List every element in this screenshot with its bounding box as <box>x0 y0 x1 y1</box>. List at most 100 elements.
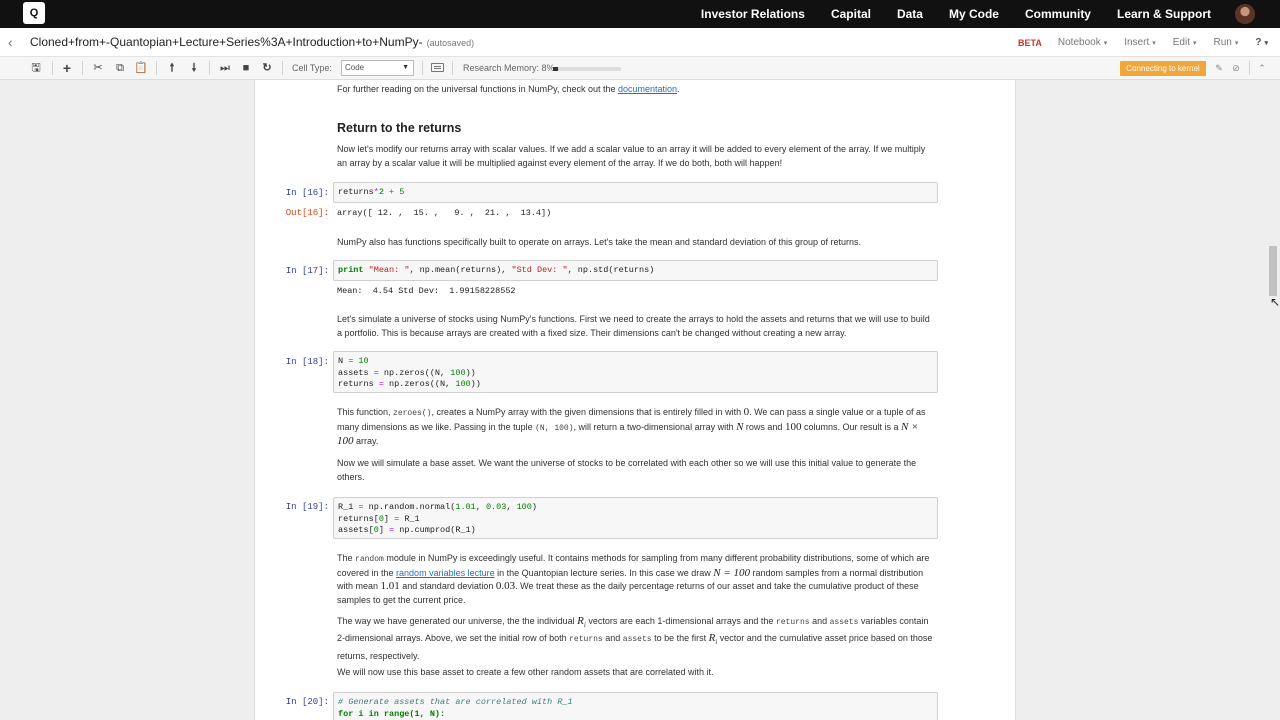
markdown-cell-scalar: Now let's modify our returns array with … <box>337 144 926 168</box>
notebook-titlebar: ‹ Cloned+from+-Quantopian+Lecture+Series… <box>0 28 1280 57</box>
notebook-toolbar: 🖫 + ✂ ⧉ 📋 🠕 🠗 ⏭ ■ ↻ Cell Type: Code ▼ Re… <box>0 57 1280 80</box>
nav-capital[interactable]: Capital <box>831 7 871 21</box>
code-cell-17[interactable]: print "Mean: ", np.mean(returns), "Std D… <box>333 260 938 281</box>
notebook-title-text[interactable]: Cloned+from+-Quantopian+Lecture+Series%3… <box>30 35 423 49</box>
code-token: + <box>389 187 395 197</box>
vertical-scrollbar-thumb[interactable] <box>1269 246 1277 296</box>
code-cell-20[interactable]: # Generate assets that are correlated wi… <box>333 692 938 720</box>
markdown-cell-now: We will now use this base asset to creat… <box>337 667 714 677</box>
code-token: 0 <box>373 525 379 535</box>
input-prompt-17: In [17]: <box>285 266 329 276</box>
output-prompt-16: Out[16]: <box>285 208 329 218</box>
menu-insert[interactable]: Insert ▾ <box>1124 37 1156 48</box>
menu-insert-label: Insert <box>1124 37 1150 48</box>
menu-run-label: Run <box>1213 37 1232 48</box>
code-token: "Std Dev: " <box>511 265 568 275</box>
markdown-cell-base-asset: Now we will simulate a base asset. We wa… <box>337 458 917 482</box>
code-cell-19[interactable]: R_1 = np.random.normal(1.01, 0.03, 100) … <box>333 497 938 539</box>
md-zeros-text-5: rows and <box>743 421 785 432</box>
inline-code-tuple: (N, 100) <box>535 423 574 433</box>
code-cell-18[interactable]: N = 10 assets = np.zeros((N, 100)) retur… <box>333 351 938 393</box>
inline-code-returns: returns <box>569 635 603 645</box>
caret-down-icon: ▾ <box>1234 40 1239 47</box>
md-random-text-1: The <box>337 553 356 563</box>
math-mean: 1.01 <box>380 580 400 592</box>
disconnect-icon[interactable]: ⊘ <box>1230 62 1242 74</box>
menu-edit[interactable]: Edit ▾ <box>1173 37 1197 48</box>
code-token: 1.01 <box>455 502 476 512</box>
inline-code-zeroes: zeroes() <box>393 409 432 418</box>
run-cell-icon[interactable]: ⏭ <box>217 61 233 75</box>
toolbar-divider <box>209 61 210 75</box>
code-token: = <box>358 502 364 512</box>
menu-help[interactable]: ? ▾ <box>1255 37 1268 48</box>
cell-type-select[interactable]: Code ▼ <box>341 60 414 76</box>
documentation-link[interactable]: documentation <box>618 84 677 94</box>
code-token: 100 <box>516 502 532 512</box>
md-zeros-text-7: array. <box>353 436 379 446</box>
restart-icon[interactable]: ↻ <box>259 61 275 75</box>
md-random-text-5: and standard deviation <box>399 581 496 591</box>
math-n-equals-100: N = 100 <box>713 566 750 579</box>
caret-down-icon: ▾ <box>1103 40 1108 47</box>
toolbar-divider <box>82 61 83 75</box>
beta-badge: BETA <box>1018 37 1042 48</box>
menu-run[interactable]: Run ▾ <box>1214 37 1239 48</box>
insert-cell-icon[interactable]: + <box>59 61 75 75</box>
output-17: Mean: 4.54 Std Dev: 1.99158228552 <box>337 286 516 296</box>
code-token: 10 <box>358 356 369 366</box>
move-up-icon[interactable]: 🠕 <box>164 61 180 75</box>
markdown-cell-zeros: This function, zeroes(), creates a NumPy… <box>337 406 937 449</box>
notebook-title[interactable]: Cloned+from+-Quantopian+Lecture+Series%3… <box>30 35 474 49</box>
save-icon[interactable]: 🖫 <box>28 61 44 75</box>
paste-icon[interactable]: 📋 <box>133 61 149 75</box>
input-prompt-19: In [19]: <box>285 502 329 512</box>
toolbar-divider <box>452 61 453 75</box>
menu-notebook[interactable]: Notebook ▾ <box>1058 37 1107 48</box>
mouse-cursor-icon: ↖ <box>1270 295 1280 309</box>
md-zeros-text-2: , creates a NumPy array with the given d… <box>431 407 744 417</box>
notebook-page: For further reading on the universal fun… <box>254 80 1016 720</box>
input-prompt-16: In [16]: <box>285 188 329 198</box>
keyboard-icon[interactable] <box>431 63 444 72</box>
edit-pencil-icon[interactable]: ✎ <box>1213 62 1225 74</box>
move-down-icon[interactable]: 🠗 <box>186 61 202 75</box>
nav-links: Investor Relations Capital Data My Code … <box>701 0 1280 28</box>
quantopian-logo[interactable]: Q <box>23 2 45 24</box>
autosaved-status: (autosaved) <box>426 38 475 48</box>
code-cell-16[interactable]: returns*2 + 5 <box>333 182 938 203</box>
random-variables-lecture-link[interactable]: random variables lecture <box>396 568 495 578</box>
copy-icon[interactable]: ⧉ <box>112 61 128 75</box>
nav-my-code[interactable]: My Code <box>949 7 999 21</box>
user-avatar[interactable] <box>1235 4 1255 24</box>
cut-icon[interactable]: ✂ <box>90 61 106 75</box>
math-R: R <box>577 615 584 627</box>
code-token: = <box>389 525 395 535</box>
toolbar-divider <box>156 61 157 75</box>
code-token: 0.03 <box>485 502 507 512</box>
stop-icon[interactable]: ■ <box>238 61 254 75</box>
caret-down-icon: ▾ <box>1152 40 1156 47</box>
code-token: print <box>338 265 364 275</box>
nav-learn-support[interactable]: Learn & Support <box>1117 7 1211 21</box>
nav-investor-relations[interactable]: Investor Relations <box>701 7 805 21</box>
nav-data[interactable]: Data <box>897 7 923 21</box>
math-100: 100 <box>784 420 802 433</box>
math-std: 0.03 <box>495 580 516 592</box>
md-universe-text-5: and <box>602 633 623 644</box>
inline-code-returns: returns <box>775 618 810 627</box>
cell-type-value: Code <box>345 63 365 72</box>
md-zeros-text-4: , will return a two-dimensional array wi… <box>573 421 737 432</box>
inline-code-assets: assets <box>829 618 859 627</box>
cell-type-label: Cell Type: <box>292 63 332 73</box>
md-universe-text-3: and <box>809 616 830 626</box>
nav-community[interactable]: Community <box>1025 7 1091 21</box>
md-universe-text-1: The way we have generated our universe, … <box>337 616 578 626</box>
markdown-cell-mean: NumPy also has functions specifically bu… <box>337 237 862 247</box>
notebook-area[interactable]: For further reading on the universal fun… <box>0 80 1280 720</box>
section-heading: Return to the returns <box>337 121 462 135</box>
collapse-header-icon[interactable]: ⌃ <box>1256 62 1268 74</box>
md-universe-text-6: to be the first <box>651 633 709 644</box>
code-token: "Mean: " <box>368 265 410 275</box>
back-chevron-icon[interactable]: ‹ <box>8 34 13 50</box>
